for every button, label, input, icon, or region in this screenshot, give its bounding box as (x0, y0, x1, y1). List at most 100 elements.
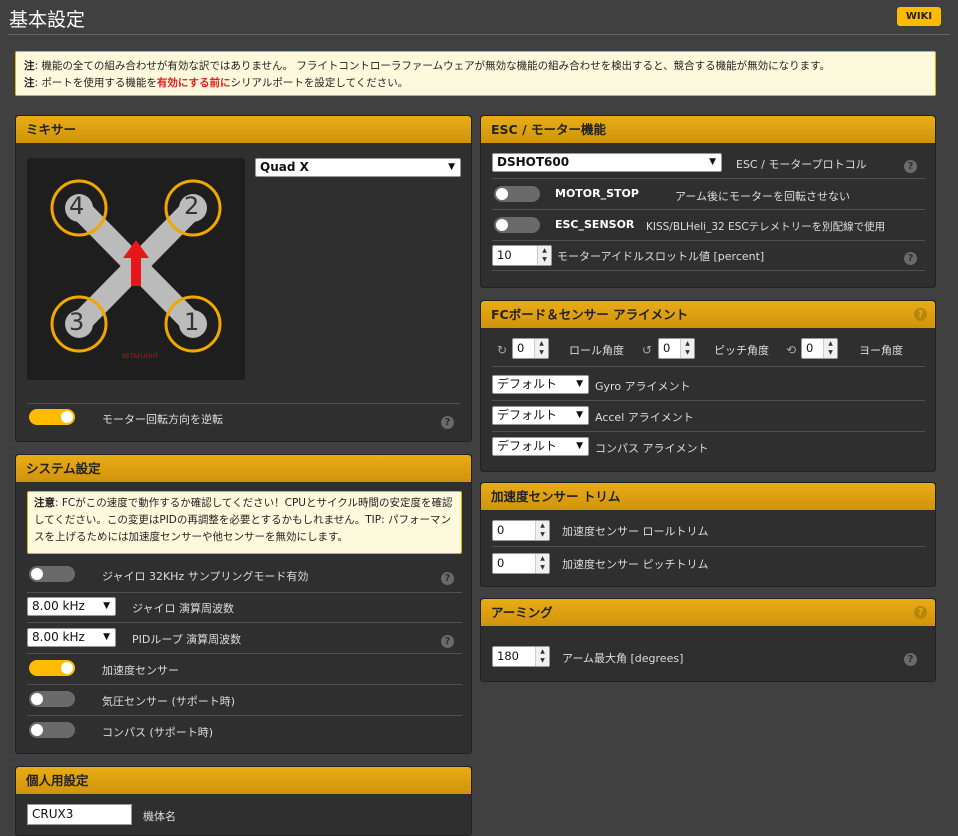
motor-2-label: 2 (184, 192, 200, 220)
yaw-label: ヨー角度 (859, 344, 903, 357)
gyro32-toggle[interactable] (29, 566, 75, 582)
roll-input[interactable]: 0 ▲ ▼ (512, 338, 549, 359)
arm-angle-input[interactable]: 180 ▲ ▼ (492, 646, 550, 667)
system-panel: システム設定 注意: FCがこの速度で動作するか確認してください！CPUとサイク… (15, 454, 472, 754)
esc-sensor-toggle[interactable] (494, 217, 540, 233)
help-icon[interactable]: ? (914, 606, 927, 619)
chevron-down-icon: ▼ (709, 157, 716, 167)
motor-stop-toggle[interactable] (494, 186, 540, 202)
mag-label: コンパス (サポート時) (102, 726, 214, 739)
alignment-header: FCボード＆センサー アライメント? (481, 301, 935, 328)
page-title: 基本設定 (9, 9, 86, 31)
divider (27, 622, 462, 623)
reverse-toggle[interactable] (29, 409, 75, 425)
divider (492, 400, 925, 401)
stepper-icon[interactable]: ▲ ▼ (535, 521, 549, 540)
compass-align-value: デフォルト (497, 439, 558, 453)
craft-name-input[interactable]: CRUX3 (27, 804, 132, 825)
esc-sensor-desc: KISS/BLHeli_32 ESCテレメトリーを別配線で使用 (646, 221, 886, 233)
alignment-title: FCボード＆センサー アライメント (491, 307, 689, 322)
mixer-diagram: BETAFLIGHT 4 2 3 1 (27, 158, 245, 380)
trim-pitch-input[interactable]: 0 ▲ ▼ (492, 553, 550, 574)
mixer-select[interactable]: Quad X ▼ (255, 158, 461, 177)
stepper-icon[interactable]: ▲ ▼ (535, 647, 549, 666)
roll-label: ロール角度 (569, 344, 624, 357)
chevron-down-icon: ▼ (576, 441, 583, 451)
arm-angle-label: アーム最大角 [degrees] (562, 652, 684, 665)
reverse-row (27, 403, 460, 404)
pitch-label: ピッチ角度 (714, 344, 769, 357)
stepper-icon[interactable]: ▲ ▼ (680, 339, 694, 358)
esc-sensor-label: ESC_SENSOR (555, 218, 635, 231)
gyro-freq-select[interactable]: 8.00 kHz ▼ (27, 597, 116, 616)
yaw-input[interactable]: 0 ▲ ▼ (801, 338, 838, 359)
motor-stop-desc: アーム後にモーターを回転させない (675, 190, 851, 203)
divider (492, 240, 925, 241)
divider (492, 546, 925, 547)
accel-align-select[interactable]: デフォルト ▼ (492, 406, 589, 425)
pitch-value: 0 (663, 341, 671, 355)
divider (27, 715, 462, 716)
gyro-align-label: Gyro アライメント (595, 380, 691, 393)
quad-x-diagram: BETAFLIGHT (50, 179, 222, 360)
personal-panel: 個人用設定 CRUX3 機体名 (15, 766, 472, 836)
idle-throttle-input[interactable]: 10 ▲ ▼ (492, 245, 552, 266)
esc-panel: ESC / モーター機能 DSHOT600 ▼ ESC / モータープロトコル ?… (480, 115, 936, 288)
baro-label: 気圧センサー (サポート時) (102, 695, 236, 708)
stepper-icon[interactable]: ▲ ▼ (535, 554, 549, 573)
motor-1-label: 1 (184, 308, 200, 336)
help-icon[interactable]: ? (441, 635, 454, 648)
pid-freq-select[interactable]: 8.00 kHz ▼ (27, 628, 116, 647)
roll-icon: ↻ (496, 343, 508, 357)
system-header: システム設定 (16, 455, 471, 482)
help-icon[interactable]: ? (441, 416, 454, 429)
acc-toggle[interactable] (29, 660, 75, 676)
system-warning: 注意: FCがこの速度で動作するか確認してください！CPUとサイクル時間の安定度… (27, 491, 462, 554)
mixer-panel: ミキサー BETAFLIGHT 4 2 3 1 Quad X ▼ モーター回転方向… (15, 115, 472, 442)
divider (27, 592, 462, 593)
stepper-icon[interactable]: ▲ ▼ (534, 339, 548, 358)
gyro32-label: ジャイロ 32KHz サンプリングモード有効 (102, 570, 309, 583)
chevron-down-icon: ▼ (576, 379, 583, 389)
baro-toggle[interactable] (29, 691, 75, 707)
gyro-freq-label: ジャイロ 演算周波数 (132, 602, 234, 615)
gyro-align-select[interactable]: デフォルト ▼ (492, 375, 589, 394)
pid-freq-value: 8.00 kHz (32, 630, 85, 644)
gyro-align-value: デフォルト (497, 377, 558, 391)
divider (492, 178, 925, 179)
mag-toggle[interactable] (29, 722, 75, 738)
esc-protocol-select[interactable]: DSHOT600 ▼ (492, 153, 722, 172)
divider (492, 270, 925, 271)
wiki-button[interactable]: WIKI (897, 7, 941, 26)
arming-header: アーミング? (481, 599, 935, 626)
help-icon[interactable]: ? (904, 653, 917, 666)
personal-header: 個人用設定 (16, 767, 471, 794)
stepper-icon[interactable]: ▲ ▼ (823, 339, 837, 358)
note-prefix-2: 注 (24, 77, 35, 89)
compass-align-select[interactable]: デフォルト ▼ (492, 437, 589, 456)
yaw-value: 0 (806, 341, 814, 355)
stepper-icon[interactable]: ▲ ▼ (537, 246, 551, 265)
chevron-down-icon: ▼ (448, 162, 455, 172)
help-icon[interactable]: ? (914, 308, 927, 321)
pitch-icon: ↺ (641, 343, 653, 357)
accel-align-value: デフォルト (497, 408, 558, 422)
trim-roll-input[interactable]: 0 ▲ ▼ (492, 520, 550, 541)
note-line2-red: 有効にする前に (156, 77, 231, 89)
chevron-down-icon: ▼ (103, 601, 110, 611)
motor-3-label: 3 (69, 308, 85, 336)
roll-value: 0 (517, 341, 525, 355)
help-icon[interactable]: ? (441, 572, 454, 585)
trim-roll-label: 加速度センサー ロールトリム (562, 525, 709, 538)
mixer-preset: Quad X (260, 160, 309, 174)
esc-header: ESC / モーター機能 (481, 116, 935, 143)
svg-text:BETAFLIGHT: BETAFLIGHT (122, 353, 159, 360)
arming-panel: アーミング? 180 ▲ ▼ アーム最大角 [degrees] ? (480, 598, 936, 682)
trim-panel: 加速度センサー トリム 0 ▲ ▼ 加速度センサー ロールトリム 0 ▲ ▼ 加速度セン… (480, 482, 936, 587)
pitch-input[interactable]: 0 ▲ ▼ (658, 338, 695, 359)
help-icon[interactable]: ? (904, 160, 917, 173)
divider (27, 684, 462, 685)
gyro-freq-value: 8.00 kHz (32, 599, 85, 613)
idle-label: モーターアイドルスロットル値 [percent] (557, 250, 765, 263)
help-icon[interactable]: ? (904, 252, 917, 265)
